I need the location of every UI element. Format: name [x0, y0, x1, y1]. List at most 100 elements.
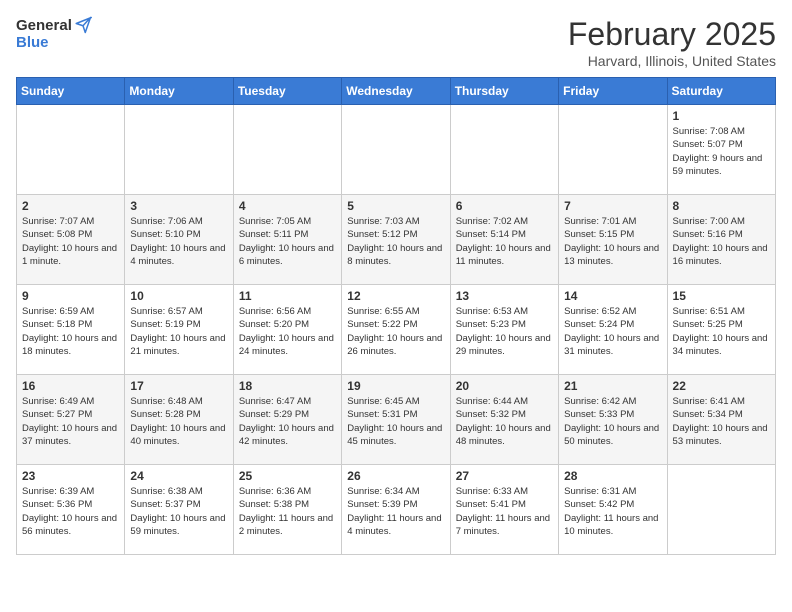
weekday-header-monday: Monday	[125, 78, 233, 105]
calendar-cell	[450, 105, 558, 195]
day-info: Sunrise: 6:44 AM Sunset: 5:32 PM Dayligh…	[456, 395, 553, 448]
calendar-cell: 6 Sunrise: 7:02 AM Sunset: 5:14 PM Daylig…	[450, 195, 558, 285]
calendar-cell: 12 Sunrise: 6:55 AM Sunset: 5:22 PM Dayli…	[342, 285, 450, 375]
calendar-subtitle: Harvard, Illinois, United States	[568, 53, 776, 69]
title-area: February 2025 Harvard, Illinois, United …	[568, 16, 776, 69]
calendar-cell: 22Sunrise: 6:41 AM Sunset: 5:34 PM Dayli…	[667, 375, 775, 465]
weekday-header-saturday: Saturday	[667, 78, 775, 105]
day-number: 14	[564, 289, 661, 303]
calendar-cell: 10 Sunrise: 6:57 AM Sunset: 5:19 PM Dayli…	[125, 285, 233, 375]
day-number: 10	[130, 289, 227, 303]
day-info: Sunrise: 7:05 AM Sunset: 5:11 PM Dayligh…	[239, 215, 336, 268]
calendar-cell: 16 Sunrise: 6:49 AM Sunset: 5:27 PM Dayli…	[17, 375, 125, 465]
day-info: Sunrise: 6:34 AM Sunset: 5:39 PM Dayligh…	[347, 485, 444, 538]
calendar-cell: 25 Sunrise: 6:36 AM Sunset: 5:38 PM Dayli…	[233, 465, 341, 555]
calendar-cell: 11Sunrise: 6:56 AM Sunset: 5:20 PM Dayli…	[233, 285, 341, 375]
day-number: 8	[673, 199, 770, 213]
calendar-week-row: 1Sunrise: 7:08 AM Sunset: 5:07 PM Daylig…	[17, 105, 776, 195]
day-number: 2	[22, 199, 119, 213]
calendar-cell	[233, 105, 341, 195]
day-number: 20	[456, 379, 553, 393]
calendar-cell: 4 Sunrise: 7:05 AM Sunset: 5:11 PM Daylig…	[233, 195, 341, 285]
calendar-cell: 7 Sunrise: 7:01 AM Sunset: 5:15 PM Daylig…	[559, 195, 667, 285]
day-info: Sunrise: 6:33 AM Sunset: 5:41 PM Dayligh…	[456, 485, 553, 538]
day-number: 6	[456, 199, 553, 213]
day-info: Sunrise: 6:53 AM Sunset: 5:23 PM Dayligh…	[456, 305, 553, 358]
day-info: Sunrise: 6:47 AM Sunset: 5:29 PM Dayligh…	[239, 395, 336, 448]
calendar-cell	[667, 465, 775, 555]
day-info: Sunrise: 7:02 AM Sunset: 5:14 PM Dayligh…	[456, 215, 553, 268]
logo-text-blue: Blue	[16, 34, 49, 51]
day-number: 9	[22, 289, 119, 303]
calendar-cell: 15 Sunrise: 6:51 AM Sunset: 5:25 PM Dayli…	[667, 285, 775, 375]
day-info: Sunrise: 6:55 AM Sunset: 5:22 PM Dayligh…	[347, 305, 444, 358]
day-info: Sunrise: 6:31 AM Sunset: 5:42 PM Dayligh…	[564, 485, 661, 538]
calendar-cell: 2Sunrise: 7:07 AM Sunset: 5:08 PM Daylig…	[17, 195, 125, 285]
day-info: Sunrise: 6:41 AM Sunset: 5:34 PM Dayligh…	[673, 395, 770, 448]
day-number: 23	[22, 469, 119, 483]
day-number: 5	[347, 199, 444, 213]
calendar-cell: 19 Sunrise: 6:45 AM Sunset: 5:31 PM Dayli…	[342, 375, 450, 465]
calendar-cell	[125, 105, 233, 195]
calendar-title: February 2025	[568, 16, 776, 53]
calendar-week-row: 9 Sunrise: 6:59 AM Sunset: 5:18 PM Daylig…	[17, 285, 776, 375]
day-info: Sunrise: 6:49 AM Sunset: 5:27 PM Dayligh…	[22, 395, 119, 448]
day-info: Sunrise: 6:36 AM Sunset: 5:38 PM Dayligh…	[239, 485, 336, 538]
day-number: 15	[673, 289, 770, 303]
day-info: Sunrise: 6:39 AM Sunset: 5:36 PM Dayligh…	[22, 485, 119, 538]
day-number: 25	[239, 469, 336, 483]
calendar-week-row: 23 Sunrise: 6:39 AM Sunset: 5:36 PM Dayli…	[17, 465, 776, 555]
day-number: 19	[347, 379, 444, 393]
day-number: 17	[130, 379, 227, 393]
calendar-cell: 24Sunrise: 6:38 AM Sunset: 5:37 PM Dayli…	[125, 465, 233, 555]
day-number: 27	[456, 469, 553, 483]
day-info: Sunrise: 6:38 AM Sunset: 5:37 PM Dayligh…	[130, 485, 227, 538]
day-number: 1	[673, 109, 770, 123]
calendar-cell: 1Sunrise: 7:08 AM Sunset: 5:07 PM Daylig…	[667, 105, 775, 195]
calendar-cell: 18 Sunrise: 6:47 AM Sunset: 5:29 PM Dayli…	[233, 375, 341, 465]
weekday-header-thursday: Thursday	[450, 78, 558, 105]
day-info: Sunrise: 6:48 AM Sunset: 5:28 PM Dayligh…	[130, 395, 227, 448]
day-info: Sunrise: 7:03 AM Sunset: 5:12 PM Dayligh…	[347, 215, 444, 268]
day-info: Sunrise: 7:01 AM Sunset: 5:15 PM Dayligh…	[564, 215, 661, 268]
day-number: 16	[22, 379, 119, 393]
day-number: 21	[564, 379, 661, 393]
header: General Blue February 2025 Harvard, Illi…	[16, 16, 776, 69]
calendar-cell: 26 Sunrise: 6:34 AM Sunset: 5:39 PM Dayli…	[342, 465, 450, 555]
day-number: 12	[347, 289, 444, 303]
day-number: 7	[564, 199, 661, 213]
day-info: Sunrise: 6:59 AM Sunset: 5:18 PM Dayligh…	[22, 305, 119, 358]
day-number: 26	[347, 469, 444, 483]
weekday-header-row: SundayMondayTuesdayWednesdayThursdayFrid…	[17, 78, 776, 105]
calendar-cell: 9 Sunrise: 6:59 AM Sunset: 5:18 PM Daylig…	[17, 285, 125, 375]
calendar-week-row: 2Sunrise: 7:07 AM Sunset: 5:08 PM Daylig…	[17, 195, 776, 285]
day-info: Sunrise: 6:57 AM Sunset: 5:19 PM Dayligh…	[130, 305, 227, 358]
day-info: Sunrise: 7:06 AM Sunset: 5:10 PM Dayligh…	[130, 215, 227, 268]
day-number: 3	[130, 199, 227, 213]
logo-bird-icon	[74, 16, 92, 34]
calendar-table: SundayMondayTuesdayWednesdayThursdayFrid…	[16, 77, 776, 555]
calendar-cell: 17 Sunrise: 6:48 AM Sunset: 5:28 PM Dayli…	[125, 375, 233, 465]
day-number: 13	[456, 289, 553, 303]
day-number: 4	[239, 199, 336, 213]
day-info: Sunrise: 6:51 AM Sunset: 5:25 PM Dayligh…	[673, 305, 770, 358]
calendar-cell	[17, 105, 125, 195]
calendar-cell: 23 Sunrise: 6:39 AM Sunset: 5:36 PM Dayli…	[17, 465, 125, 555]
calendar-cell	[559, 105, 667, 195]
calendar-cell: 28 Sunrise: 6:31 AM Sunset: 5:42 PM Dayli…	[559, 465, 667, 555]
day-info: Sunrise: 6:45 AM Sunset: 5:31 PM Dayligh…	[347, 395, 444, 448]
day-info: Sunrise: 6:42 AM Sunset: 5:33 PM Dayligh…	[564, 395, 661, 448]
weekday-header-sunday: Sunday	[17, 78, 125, 105]
calendar-cell: 5 Sunrise: 7:03 AM Sunset: 5:12 PM Daylig…	[342, 195, 450, 285]
calendar-cell: 27 Sunrise: 6:33 AM Sunset: 5:41 PM Dayli…	[450, 465, 558, 555]
calendar-week-row: 16 Sunrise: 6:49 AM Sunset: 5:27 PM Dayli…	[17, 375, 776, 465]
day-number: 28	[564, 469, 661, 483]
logo-text-general: General	[16, 17, 72, 34]
calendar-cell: 14Sunrise: 6:52 AM Sunset: 5:24 PM Dayli…	[559, 285, 667, 375]
day-info: Sunrise: 6:56 AM Sunset: 5:20 PM Dayligh…	[239, 305, 336, 358]
day-info: Sunrise: 7:00 AM Sunset: 5:16 PM Dayligh…	[673, 215, 770, 268]
weekday-header-wednesday: Wednesday	[342, 78, 450, 105]
weekday-header-tuesday: Tuesday	[233, 78, 341, 105]
day-number: 18	[239, 379, 336, 393]
calendar-cell: 20 Sunrise: 6:44 AM Sunset: 5:32 PM Dayli…	[450, 375, 558, 465]
